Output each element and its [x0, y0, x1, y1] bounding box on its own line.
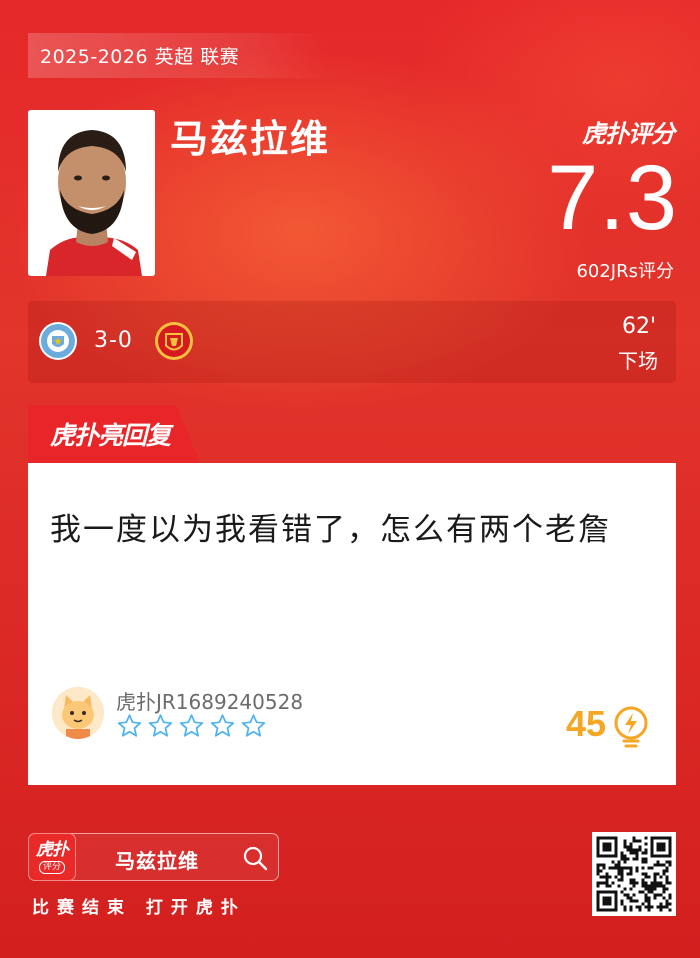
highlight-reply-label: 虎扑亮回复	[28, 405, 200, 463]
username[interactable]: 虎扑JR1689240528	[116, 686, 303, 715]
avatar[interactable]	[52, 687, 104, 739]
comment-text: 我一度以为我看错了，怎么有两个老詹	[50, 512, 611, 548]
like-count: 45	[565, 703, 606, 744]
star-rating	[116, 713, 267, 739]
rating-score: 7.3	[547, 147, 678, 249]
highlight-reply-label-text: 虎扑亮回复	[50, 421, 171, 450]
rating-count: 602JRs评分	[576, 261, 674, 282]
app-logo: 虎扑 评分	[28, 833, 76, 881]
search-icon[interactable]	[242, 845, 268, 871]
player-name: 马兹拉维	[170, 117, 331, 161]
match-score: 3-0	[94, 328, 133, 353]
star-icon	[117, 714, 142, 737]
footer-search-bar[interactable]: 虎扑 评分 马兹拉维	[28, 833, 279, 881]
star-icon	[241, 714, 266, 737]
star-icon	[210, 714, 235, 737]
star-icon	[148, 714, 173, 737]
comment-card[interactable]: 我一度以为我看错了，怎么有两个老詹 虎扑JR1689240528 45	[28, 463, 676, 785]
app-logo-name: 虎扑	[36, 839, 69, 860]
lightbulb-icon[interactable]	[612, 706, 650, 748]
season-tag-text: 2025-2026 英超 联赛	[40, 46, 240, 68]
footer-caption: 比赛结束 打开虎扑	[32, 898, 246, 918]
manchester-united-crest-icon	[155, 322, 193, 360]
substitution-minute: 62'	[621, 314, 656, 339]
substitution-status: 下场	[618, 349, 658, 373]
search-query: 马兹拉维	[115, 849, 199, 873]
season-tag: 2025-2026 英超 联赛	[28, 33, 328, 78]
star-icon	[179, 714, 204, 737]
qr-code[interactable]	[592, 832, 676, 916]
match-bar[interactable]: 3-0 62' 下场	[28, 301, 676, 383]
manchester-city-crest-icon	[39, 322, 77, 360]
app-logo-sub: 评分	[38, 860, 65, 874]
rating-brand: 虎扑评分	[582, 120, 675, 148]
player-photo	[28, 110, 155, 276]
